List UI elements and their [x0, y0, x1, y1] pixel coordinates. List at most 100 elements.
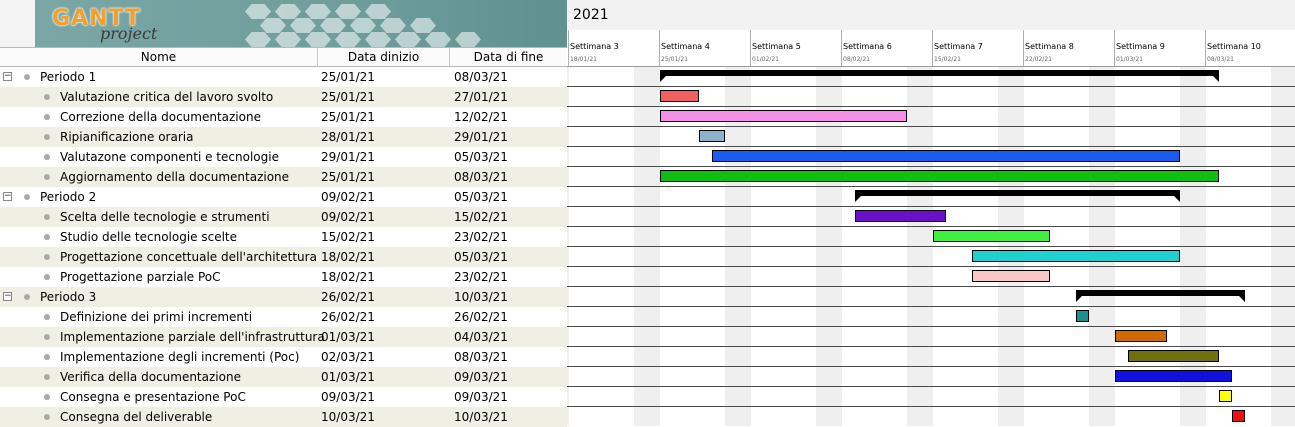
task-end-date[interactable]: 23/02/21: [454, 227, 508, 247]
task-name[interactable]: Scelta delle tecnologie e strumenti: [60, 207, 270, 227]
task-bar[interactable]: [660, 110, 907, 122]
task-row[interactable]: Definizione dei primi incrementi 26/02/21…: [0, 307, 567, 327]
task-name[interactable]: Definizione dei primi incrementi: [60, 307, 252, 327]
task-start-date[interactable]: 25/01/21: [321, 167, 375, 187]
task-name[interactable]: Progettazione parziale PoC: [60, 267, 221, 287]
week-date: 25/01/21: [661, 56, 688, 63]
task-row[interactable]: Aggiornamento della documentazione 25/01/…: [0, 167, 567, 187]
task-bar[interactable]: [855, 210, 946, 222]
task-bar[interactable]: [933, 230, 1050, 242]
task-start-date[interactable]: 25/01/21: [321, 107, 375, 127]
task-row[interactable]: Ripianificazione oraria 28/01/21 29/01/21: [0, 127, 567, 147]
column-header-end[interactable]: Data di fine: [450, 48, 567, 66]
row-divider: [567, 326, 1295, 327]
task-end-date[interactable]: 29/01/21: [454, 127, 508, 147]
task-end-date[interactable]: 04/03/21: [454, 327, 508, 347]
task-bar[interactable]: [1115, 370, 1232, 382]
task-end-date[interactable]: 05/03/21: [454, 247, 508, 267]
collapse-toggle-icon[interactable]: −: [3, 292, 12, 301]
task-bar[interactable]: [972, 250, 1180, 262]
row-divider: [567, 206, 1295, 207]
task-row[interactable]: Implementazione parziale dell'infrastrut…: [0, 327, 567, 347]
task-start-date[interactable]: 09/02/21: [321, 207, 375, 227]
summary-bar[interactable]: [855, 190, 1180, 202]
collapse-toggle-icon[interactable]: −: [3, 192, 12, 201]
task-row[interactable]: Progettazione concettuale dell'architett…: [0, 247, 567, 267]
task-name[interactable]: Aggiornamento della documentazione: [60, 167, 289, 187]
task-name[interactable]: Implementazione parziale dell'infrastrut…: [60, 327, 325, 347]
task-name[interactable]: Ripianificazione oraria: [60, 127, 193, 147]
task-start-date[interactable]: 28/01/21: [321, 127, 375, 147]
task-row[interactable]: Scelta delle tecnologie e strumenti 09/02…: [0, 207, 567, 227]
task-start-date[interactable]: 25/01/21: [321, 87, 375, 107]
task-row[interactable]: Studio delle tecnologie scelte 15/02/21 23…: [0, 227, 567, 247]
task-start-date[interactable]: 25/01/21: [321, 67, 375, 87]
task-bar[interactable]: [1115, 330, 1167, 342]
task-bullet-icon: [44, 274, 50, 280]
task-start-date[interactable]: 01/03/21: [321, 367, 375, 387]
task-row[interactable]: Valutazione critica del lavoro svolto 25/…: [0, 87, 567, 107]
task-bar[interactable]: [1076, 310, 1089, 322]
task-bar[interactable]: [660, 170, 1219, 182]
task-row[interactable]: Consegna e presentazione PoC 09/03/21 09/0…: [0, 387, 567, 407]
task-start-date[interactable]: 09/03/21: [321, 387, 375, 407]
task-end-date[interactable]: 15/02/21: [454, 207, 508, 227]
collapse-toggle-icon[interactable]: −: [3, 72, 12, 81]
task-name[interactable]: Valutazone componenti e tecnologie: [60, 147, 279, 167]
task-end-date[interactable]: 08/03/21: [454, 347, 508, 367]
task-end-date[interactable]: 05/03/21: [454, 187, 508, 207]
task-row[interactable]: Verifica della documentazione 01/03/21 09/…: [0, 367, 567, 387]
task-name[interactable]: Correzione della documentazione: [60, 107, 261, 127]
task-end-date[interactable]: 27/01/21: [454, 87, 508, 107]
task-start-date[interactable]: 26/02/21: [321, 287, 375, 307]
task-end-date[interactable]: 23/02/21: [454, 267, 508, 287]
task-end-date[interactable]: 10/03/21: [454, 287, 508, 307]
task-row[interactable]: Consegna del deliverable 10/03/21 10/03/21: [0, 407, 567, 427]
task-start-date[interactable]: 18/02/21: [321, 247, 375, 267]
task-start-date[interactable]: 02/03/21: [321, 347, 375, 367]
task-name[interactable]: Periodo 3: [40, 287, 96, 307]
task-bar[interactable]: [972, 270, 1050, 282]
task-name[interactable]: Verifica della documentazione: [60, 367, 241, 387]
task-name[interactable]: Periodo 1: [40, 67, 96, 87]
task-end-date[interactable]: 09/03/21: [454, 367, 508, 387]
task-row[interactable]: Progettazione parziale PoC 18/02/21 23/02/…: [0, 267, 567, 287]
task-group-row[interactable]: − Periodo 3 26/02/21 10/03/21: [0, 287, 567, 307]
task-end-date[interactable]: 05/03/21: [454, 147, 508, 167]
task-start-date[interactable]: 10/03/21: [321, 407, 375, 427]
task-group-row[interactable]: − Periodo 2 09/02/21 05/03/21: [0, 187, 567, 207]
task-end-date[interactable]: 12/02/21: [454, 107, 508, 127]
task-bar[interactable]: [699, 130, 725, 142]
task-start-date[interactable]: 29/01/21: [321, 147, 375, 167]
summary-bar[interactable]: [1076, 290, 1245, 302]
summary-bar[interactable]: [660, 70, 1219, 82]
task-start-date[interactable]: 01/03/21: [321, 327, 375, 347]
task-name[interactable]: Implementazione degli incrementi (Poc): [60, 347, 299, 367]
task-end-date[interactable]: 08/03/21: [454, 67, 508, 87]
task-name[interactable]: Consegna del deliverable: [60, 407, 212, 427]
task-end-date[interactable]: 26/02/21: [454, 307, 508, 327]
task-bar[interactable]: [660, 90, 699, 102]
task-bar[interactable]: [1232, 410, 1245, 422]
column-header-name[interactable]: Nome: [0, 48, 318, 66]
task-row[interactable]: Correzione della documentazione 25/01/21 1…: [0, 107, 567, 127]
task-name[interactable]: Consegna e presentazione PoC: [60, 387, 246, 407]
task-group-row[interactable]: − Periodo 1 25/01/21 08/03/21: [0, 67, 567, 87]
task-name[interactable]: Studio delle tecnologie scelte: [60, 227, 237, 247]
task-row[interactable]: Implementazione degli incrementi (Poc) 02…: [0, 347, 567, 367]
task-start-date[interactable]: 18/02/21: [321, 267, 375, 287]
task-name[interactable]: Valutazione critica del lavoro svolto: [60, 87, 273, 107]
task-bar[interactable]: [712, 150, 1180, 162]
task-start-date[interactable]: 15/02/21: [321, 227, 375, 247]
task-end-date[interactable]: 09/03/21: [454, 387, 508, 407]
task-end-date[interactable]: 10/03/21: [454, 407, 508, 427]
task-bar[interactable]: [1219, 390, 1232, 402]
task-row[interactable]: Valutazone componenti e tecnologie 29/01/…: [0, 147, 567, 167]
column-header-start[interactable]: Data dinizio: [318, 48, 450, 66]
task-end-date[interactable]: 08/03/21: [454, 167, 508, 187]
task-bar[interactable]: [1128, 350, 1219, 362]
task-name[interactable]: Periodo 2: [40, 187, 96, 207]
task-start-date[interactable]: 26/02/21: [321, 307, 375, 327]
task-name[interactable]: Progettazione concettuale dell'architett…: [60, 247, 317, 267]
task-start-date[interactable]: 09/02/21: [321, 187, 375, 207]
